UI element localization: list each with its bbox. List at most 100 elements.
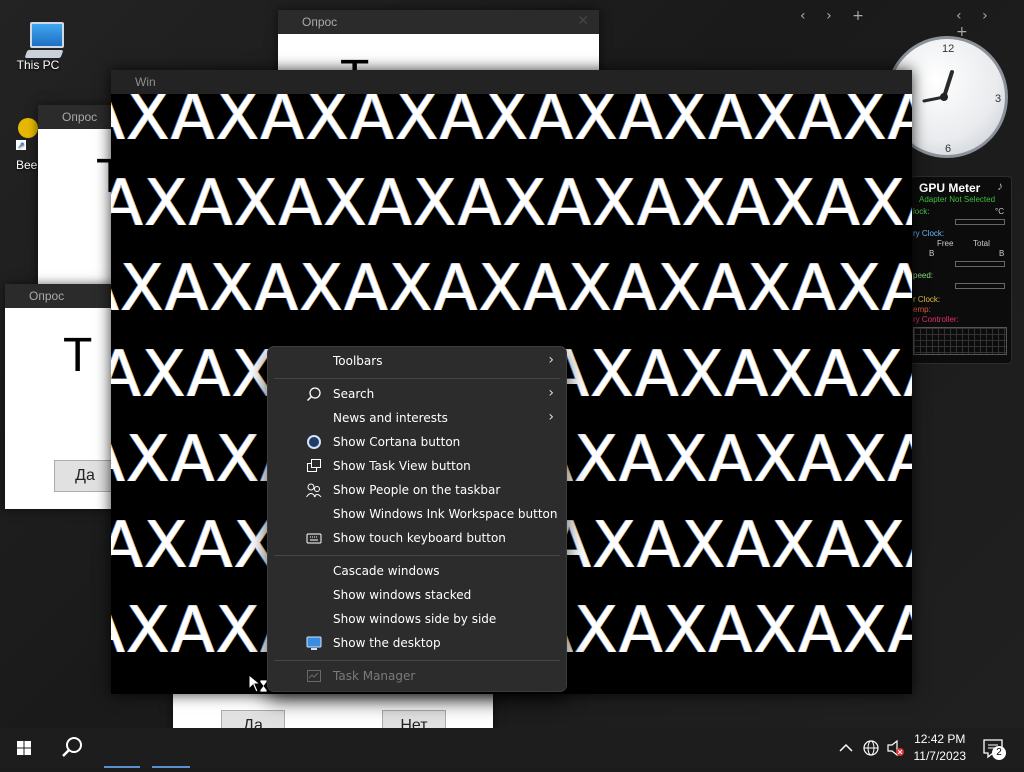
start-button[interactable] bbox=[0, 728, 48, 768]
menu-separator bbox=[274, 378, 560, 379]
menu-item-show-cortana[interactable]: Show Cortana button bbox=[268, 430, 566, 454]
menu-item-show-windows-side-by-side[interactable]: Show windows side by side bbox=[268, 607, 566, 631]
menu-item-label: Show touch keyboard button bbox=[333, 531, 506, 545]
cortana-icon bbox=[306, 434, 322, 450]
gadget-nav-left: ‹ › + bbox=[800, 8, 872, 24]
gpu-adapter-status: Adapter Not Selected bbox=[919, 195, 996, 204]
gadget-prev-button-2[interactable]: ‹ bbox=[956, 8, 970, 24]
beeb-app-icon bbox=[18, 118, 38, 138]
task-view-icon bbox=[306, 458, 322, 474]
menu-separator bbox=[274, 660, 560, 661]
fan-speed-bar bbox=[955, 283, 1005, 289]
menu-item-label: Show Cortana button bbox=[333, 435, 461, 449]
menu-item-label: Toolbars bbox=[333, 354, 383, 368]
ax-text-row: AXAXAXAXAXAXAXAXAXAXAXAXAXAXAXAX bbox=[111, 252, 912, 326]
ax-text-row: AXAXAXAXAXAXAXAXAXAXAXAXAXAXAXAX bbox=[111, 167, 912, 241]
poll-dialog-top-title: Опрос bbox=[302, 15, 338, 29]
chevron-right-icon: › bbox=[548, 409, 554, 425]
menu-item-label: Show the desktop bbox=[333, 636, 441, 650]
poll-dialog-left-title: Опрос bbox=[29, 289, 65, 303]
taskbar-context-menu: Toolbars › Search › News and interests ›… bbox=[267, 346, 567, 692]
taskbar: 12:42 PM 11/7/2023 2 bbox=[0, 728, 1024, 768]
menu-item-cascade-windows[interactable]: Cascade windows bbox=[268, 559, 566, 583]
yes-button-left[interactable]: Да bbox=[54, 460, 116, 492]
menu-item-label: Show People on the taskbar bbox=[333, 483, 501, 497]
memory-total-unit: B bbox=[999, 249, 1005, 258]
show-hidden-icons-button[interactable] bbox=[838, 738, 854, 758]
globe-icon bbox=[863, 740, 879, 756]
poll-dialog-top-titlebar[interactable]: Опрос bbox=[278, 10, 599, 34]
poll-dialog-middle[interactable]: Опрос Т bbox=[38, 105, 125, 285]
close-icon[interactable]: ✕ bbox=[577, 13, 589, 29]
menu-item-label: Task Manager bbox=[333, 669, 416, 683]
music-note-icon: ♪ bbox=[997, 179, 1003, 193]
gadget-prev-button[interactable]: ‹ bbox=[800, 8, 814, 24]
main-window-title: Win bbox=[135, 75, 156, 89]
memory-free-unit: B bbox=[929, 249, 935, 258]
memory-controller-label: ry Controller: bbox=[913, 315, 959, 324]
search-button[interactable] bbox=[48, 728, 96, 768]
gpu-clock-label: lock: bbox=[913, 207, 930, 216]
menu-item-show-windows-stacked[interactable]: Show windows stacked bbox=[268, 583, 566, 607]
search-icon bbox=[62, 737, 82, 757]
menu-item-show-ink-workspace[interactable]: Show Windows Ink Workspace button bbox=[268, 502, 566, 526]
speaker-muted-icon bbox=[887, 739, 904, 757]
menu-item-toolbars[interactable]: Toolbars › bbox=[268, 349, 566, 373]
menu-item-show-task-view[interactable]: Show Task View button bbox=[268, 454, 566, 478]
keyboard-icon bbox=[306, 530, 322, 546]
shortcut-arrow-icon: ↗ bbox=[16, 140, 26, 150]
menu-item-label: Cascade windows bbox=[333, 564, 440, 578]
menu-item-label: Show windows side by side bbox=[333, 612, 497, 626]
poll-dialog-left-text: Т bbox=[63, 329, 93, 382]
menu-item-label: Show Task View button bbox=[333, 459, 471, 473]
desktop: This PC ↗ Beeb ‹ › + ‹ › + 12 3 6 GPU Me… bbox=[0, 0, 1024, 742]
gadget-next-button-2[interactable]: › bbox=[982, 8, 996, 24]
menu-item-show-touch-keyboard[interactable]: Show touch keyboard button bbox=[268, 526, 566, 550]
windows-logo-icon bbox=[17, 741, 31, 755]
taskbar-time: 12:42 PM bbox=[914, 732, 966, 746]
ax-text-row: AXAXAXAXAXAXAXAXAXAXAXAXAXAXAXAX bbox=[111, 94, 912, 155]
gpu-meter-title: GPU Meter bbox=[919, 181, 981, 195]
menu-item-label: News and interests bbox=[333, 411, 448, 425]
chevron-right-icon: › bbox=[548, 385, 554, 401]
network-status-button[interactable] bbox=[862, 738, 882, 758]
gadget-next-button[interactable]: › bbox=[826, 8, 840, 24]
main-window-titlebar[interactable]: Win bbox=[111, 70, 912, 94]
this-pc-shortcut[interactable]: This PC bbox=[7, 10, 69, 74]
memory-total-label: Total bbox=[973, 239, 990, 248]
desktop-icon bbox=[306, 635, 322, 651]
poll-dialog-middle-titlebar[interactable]: Опрос bbox=[38, 105, 118, 129]
menu-item-news-and-interests[interactable]: News and interests › bbox=[268, 406, 566, 430]
clock-button[interactable]: 12:42 PM 11/7/2023 bbox=[914, 731, 967, 765]
poll-dialog-left-titlebar[interactable]: Опрос bbox=[5, 284, 115, 308]
poll-dialog-left[interactable]: Опрос Т Да bbox=[5, 284, 116, 509]
action-center-button[interactable]: 2 bbox=[980, 736, 1010, 762]
gpu-meter-gadget[interactable]: GPU Meter ♪ Adapter Not Selected lock: °… bbox=[910, 176, 1012, 364]
menu-item-task-manager[interactable]: Task Manager bbox=[268, 664, 566, 688]
gpu-temp-unit: °C bbox=[995, 207, 1004, 216]
temperature-label: emp: bbox=[913, 305, 931, 314]
gadget-add-button[interactable]: + bbox=[852, 8, 872, 24]
chevron-up-icon bbox=[839, 743, 853, 752]
menu-item-label: Show windows stacked bbox=[333, 588, 472, 602]
notification-count-badge: 2 bbox=[992, 746, 1006, 760]
shader-clock-label: r Clock: bbox=[913, 295, 941, 304]
taskbar-date: 11/7/2023 bbox=[913, 749, 967, 763]
menu-separator bbox=[274, 555, 560, 556]
memory-bar bbox=[955, 261, 1005, 267]
menu-item-search[interactable]: Search › bbox=[268, 382, 566, 406]
people-icon bbox=[306, 482, 322, 498]
menu-item-show-people[interactable]: Show People on the taskbar bbox=[268, 478, 566, 502]
busy-cursor-icon bbox=[248, 673, 270, 700]
task-manager-icon bbox=[306, 668, 322, 684]
menu-item-label: Show Windows Ink Workspace button bbox=[333, 507, 558, 521]
poll-dialog-middle-title: Опрос bbox=[62, 110, 98, 124]
memory-free-label: Free bbox=[937, 239, 954, 248]
gpu-clock-bar bbox=[955, 219, 1005, 225]
memory-clock-label: ry Clock: bbox=[913, 229, 945, 238]
gadget-nav-right: ‹ › + bbox=[956, 8, 1024, 40]
this-pc-label: This PC bbox=[16, 58, 60, 72]
menu-item-show-the-desktop[interactable]: Show the desktop bbox=[268, 631, 566, 655]
volume-button[interactable] bbox=[886, 738, 906, 758]
chevron-right-icon: › bbox=[548, 352, 554, 368]
